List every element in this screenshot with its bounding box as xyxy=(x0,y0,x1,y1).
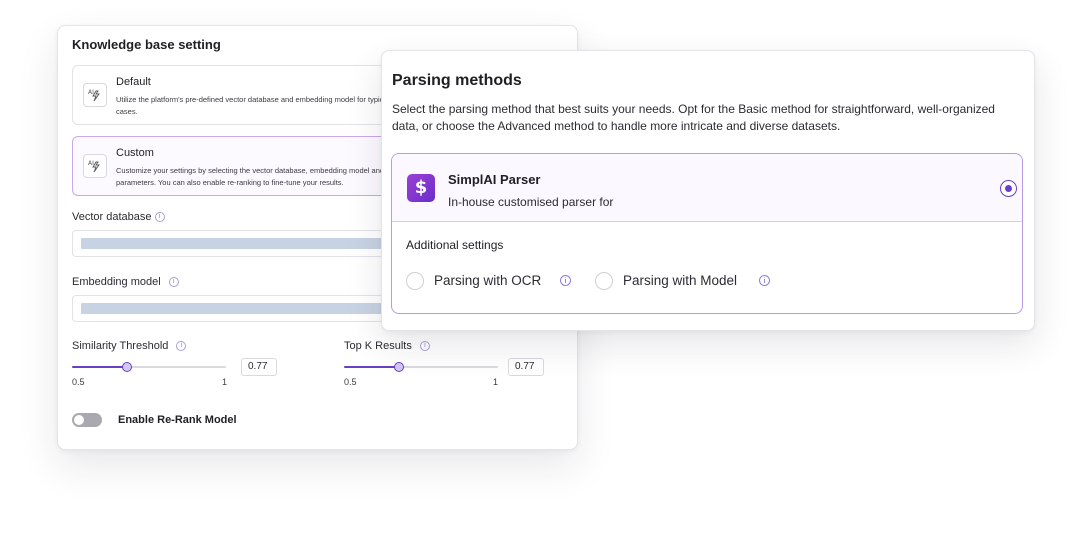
info-icon[interactable]: i xyxy=(176,341,187,352)
additional-settings-label: Additional settings xyxy=(406,238,504,252)
option-custom-title: Custom xyxy=(116,147,154,159)
info-icon[interactable]: i xyxy=(419,341,430,352)
info-icon[interactable]: i xyxy=(168,277,179,288)
model-label[interactable]: Parsing with Model xyxy=(623,273,737,288)
ai-spark-icon: AI xyxy=(83,83,107,107)
parser-name: SimplAI Parser xyxy=(448,172,541,187)
similarity-threshold-max: 1 xyxy=(222,377,228,387)
rerank-toggle[interactable] xyxy=(72,413,102,427)
vector-database-label-text: Vector database xyxy=(72,211,152,223)
simplai-logo-icon: $ xyxy=(407,174,435,202)
parsing-methods-title: Parsing methods xyxy=(392,72,522,89)
top-k-label-text: Top K Results xyxy=(344,340,412,352)
top-k-slider[interactable] xyxy=(344,362,498,372)
embedding-model-label: Embedding model i xyxy=(72,276,179,288)
top-k-value[interactable]: 0.77 xyxy=(508,358,544,376)
similarity-threshold-slider[interactable] xyxy=(72,362,226,372)
info-icon[interactable]: i xyxy=(560,275,571,286)
similarity-threshold-label-text: Similarity Threshold xyxy=(72,340,169,352)
knowledge-base-title: Knowledge base setting xyxy=(72,37,221,52)
ocr-radio[interactable] xyxy=(406,272,424,290)
ai-spark-icon: AI xyxy=(83,154,107,178)
rerank-label: Enable Re-Rank Model xyxy=(118,414,237,426)
similarity-threshold-label: Similarity Threshold i xyxy=(72,340,187,352)
similarity-threshold-value[interactable]: 0.77 xyxy=(241,358,277,376)
rerank-toggle-knob xyxy=(74,415,84,425)
parsing-methods-panel: Parsing methods Select the parsing metho… xyxy=(381,50,1035,331)
top-k-label: Top K Results i xyxy=(344,340,430,352)
option-custom-description: Customize your settings by selecting the… xyxy=(116,166,404,187)
parsing-methods-description: Select the parsing method that best suit… xyxy=(392,102,995,133)
info-icon[interactable]: i xyxy=(154,212,165,223)
parser-subtitle: In-house customised parser for xyxy=(448,195,614,209)
option-default-title: Default xyxy=(116,76,151,88)
similarity-threshold-thumb[interactable] xyxy=(122,362,133,372)
parser-radio-selected[interactable] xyxy=(1000,180,1017,197)
vector-database-label: Vector database i xyxy=(72,211,165,223)
simplai-logo-glyph: $ xyxy=(414,177,428,198)
model-radio[interactable] xyxy=(595,272,613,290)
embedding-model-label-text: Embedding model xyxy=(72,276,161,288)
info-icon[interactable]: i xyxy=(759,275,770,286)
top-k-fill xyxy=(344,366,400,368)
ocr-label[interactable]: Parsing with OCR xyxy=(434,273,541,288)
option-default-description: Utilize the platform's pre-defined vecto… xyxy=(116,95,404,116)
parser-option-card[interactable]: $ SimplAI Parser In-house customised par… xyxy=(391,153,1023,314)
similarity-threshold-min: 0.5 xyxy=(72,377,85,387)
top-k-max: 1 xyxy=(493,377,499,387)
top-k-thumb[interactable] xyxy=(394,362,405,372)
top-k-min: 0.5 xyxy=(344,377,357,387)
similarity-threshold-fill xyxy=(72,366,128,368)
parser-header[interactable]: $ SimplAI Parser In-house customised par… xyxy=(392,154,1022,222)
